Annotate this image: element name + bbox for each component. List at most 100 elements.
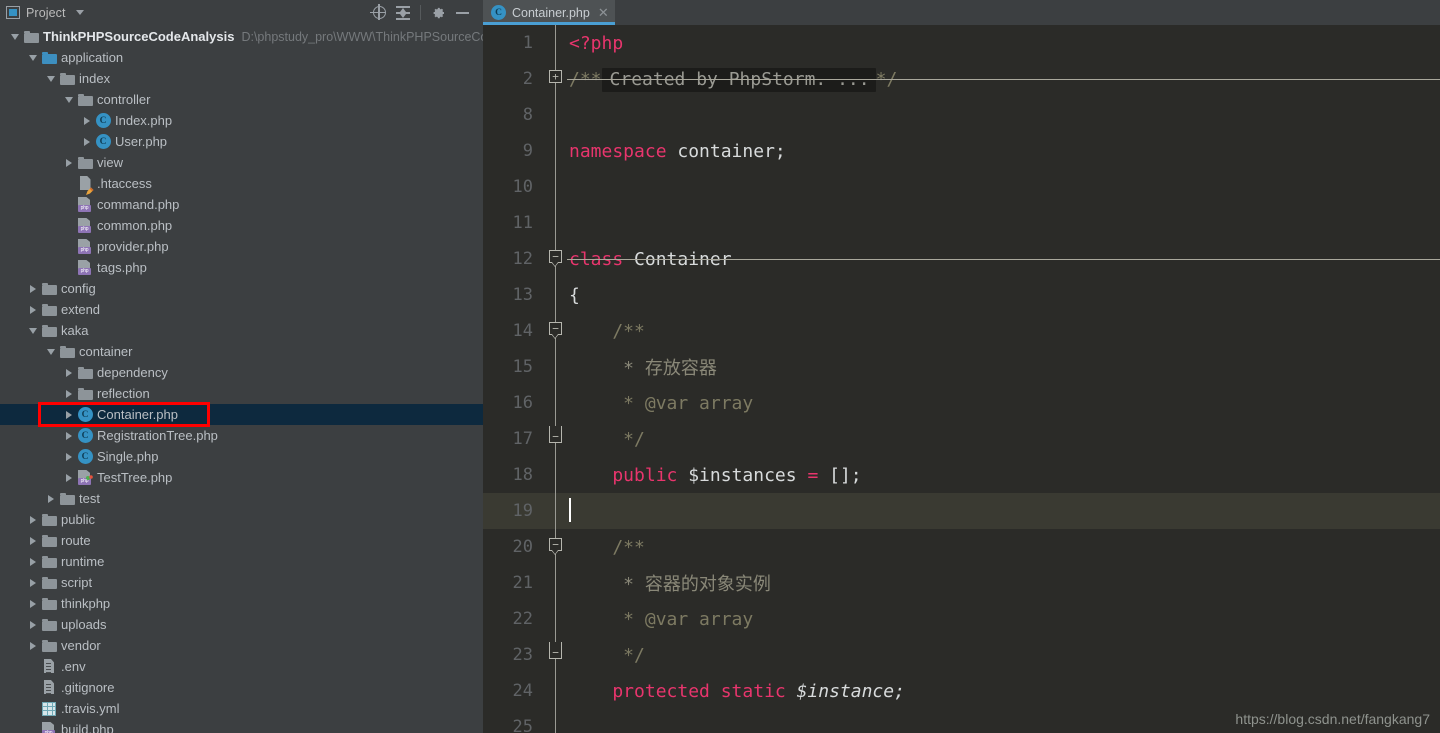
fold-gutter[interactable] [545,565,567,601]
code-line-current[interactable]: 19 [483,493,1440,529]
tree-item[interactable]: C Index.php [0,110,483,131]
fold-gutter[interactable] [545,457,567,493]
tree-item[interactable]: php tags.php [0,257,483,278]
tree-item[interactable]: vendor [0,635,483,656]
fold-gutter[interactable] [545,349,567,385]
chevron-right-icon[interactable] [62,362,76,383]
chevron-down-icon[interactable] [62,89,76,110]
chevron-right-icon[interactable] [26,278,40,299]
tree-item[interactable]: .gitignore [0,677,483,698]
fold-gutter[interactable] [545,493,567,529]
tree-item[interactable]: kaka [0,320,483,341]
fold-gutter[interactable] [545,601,567,637]
chevron-right-icon[interactable] [62,446,76,467]
close-icon[interactable]: ✕ [598,6,609,19]
locate-file-icon[interactable] [368,2,390,24]
tree-item[interactable]: ThinkPHPSourceCodeAnalysis D:\phpstudy_pr… [0,26,483,47]
fold-collapse-end-icon[interactable]: − [549,426,562,443]
code-line[interactable]: 14− /** [483,313,1440,349]
chevron-right-icon[interactable] [62,404,76,425]
tree-item[interactable]: C RegistrationTree.php [0,425,483,446]
code-line[interactable]: 11 [483,205,1440,241]
chevron-down-icon[interactable] [75,10,84,15]
project-file-tree[interactable]: ThinkPHPSourceCodeAnalysis D:\phpstudy_pr… [0,25,483,733]
chevron-down-icon[interactable] [26,320,40,341]
fold-collapse-icon[interactable]: − [549,322,562,339]
chevron-right-icon[interactable] [62,152,76,173]
editor-tab-container-php[interactable]: C Container.php ✕ [483,0,615,25]
chevron-right-icon[interactable] [62,383,76,404]
tree-item[interactable]: route [0,530,483,551]
fold-collapse-icon[interactable]: − [549,538,562,555]
tree-item[interactable]: test [0,488,483,509]
fold-gutter[interactable] [545,277,567,313]
chevron-down-icon[interactable] [44,68,58,89]
code-line[interactable]: 12− class Container [483,241,1440,277]
code-line[interactable]: 13 { [483,277,1440,313]
code-line[interactable]: 17− */ [483,421,1440,457]
code-line[interactable]: 2 +/** Created by PhpStorm. ... */ [483,61,1440,97]
fold-gutter[interactable] [545,673,567,709]
tree-item[interactable]: container [0,341,483,362]
chevron-right-icon[interactable] [62,467,76,488]
fold-gutter[interactable] [545,133,567,169]
fold-gutter[interactable]: − [545,421,567,457]
fold-gutter[interactable]: − [545,313,567,349]
tree-item[interactable]: application [0,47,483,68]
collapse-all-icon[interactable] [392,2,414,24]
fold-gutter[interactable] [545,385,567,421]
tree-item[interactable]: php command.php [0,194,483,215]
tree-item[interactable]: C Single.php [0,446,483,467]
tree-item[interactable]: uploads [0,614,483,635]
fold-gutter[interactable] [545,169,567,205]
code-line[interactable]: 21 * 容器的对象实例 [483,565,1440,601]
code-line[interactable]: 10 [483,169,1440,205]
tree-item[interactable]: extend [0,299,483,320]
fold-gutter[interactable]: − [545,637,567,673]
tree-item[interactable]: public [0,509,483,530]
fold-expand-icon[interactable]: + [549,70,562,83]
minimize-icon[interactable] [451,2,473,24]
tree-item[interactable]: .travis.yml [0,698,483,719]
tree-item[interactable]: php TestTree.php [0,467,483,488]
fold-gutter[interactable]: − [545,529,567,565]
chevron-right-icon[interactable] [26,299,40,320]
chevron-right-icon[interactable] [26,635,40,656]
code-line[interactable]: 24 protected static $instance; [483,673,1440,709]
collapsed-docblock-placeholder[interactable]: Created by PhpStorm. ... [601,67,876,92]
fold-gutter[interactable] [545,709,567,733]
tree-item[interactable]: reflection [0,383,483,404]
code-line[interactable]: 9 namespace container; [483,133,1440,169]
fold-gutter[interactable]: + [545,61,567,97]
tree-item[interactable]: controller [0,89,483,110]
tree-item[interactable]: thinkphp [0,593,483,614]
chevron-down-icon[interactable] [8,26,22,47]
chevron-right-icon[interactable] [26,530,40,551]
code-line[interactable]: 15 * 存放容器 [483,349,1440,385]
chevron-right-icon[interactable] [26,551,40,572]
chevron-down-icon[interactable] [26,47,40,68]
tree-item[interactable]: php build.php [0,719,483,733]
code-line[interactable]: 1 <?php [483,25,1440,61]
project-title-group[interactable]: Project [6,6,84,20]
tree-item[interactable]: config [0,278,483,299]
chevron-right-icon[interactable] [62,425,76,446]
chevron-right-icon[interactable] [80,131,94,152]
tree-item[interactable]: .env [0,656,483,677]
code-editor[interactable]: 1 <?php 2 + /** Created by PhpStorm. ... */ 8 9 n… [483,25,1440,733]
code-line[interactable]: 20− /** [483,529,1440,565]
tree-item[interactable]: php common.php [0,215,483,236]
tree-item[interactable]: runtime [0,551,483,572]
tree-item[interactable]: script [0,572,483,593]
tree-item[interactable]: php provider.php [0,236,483,257]
tree-item[interactable]: dependency [0,362,483,383]
tree-item[interactable]: C User.php [0,131,483,152]
fold-gutter[interactable]: − [545,241,567,277]
fold-collapse-end-icon[interactable]: − [549,642,562,659]
tree-item[interactable]: index [0,68,483,89]
code-line[interactable]: 16 * @var array [483,385,1440,421]
gear-icon[interactable] [427,2,449,24]
code-line[interactable]: 18 public $instances = []; [483,457,1440,493]
chevron-right-icon[interactable] [80,110,94,131]
code-line[interactable]: 23− */ [483,637,1440,673]
